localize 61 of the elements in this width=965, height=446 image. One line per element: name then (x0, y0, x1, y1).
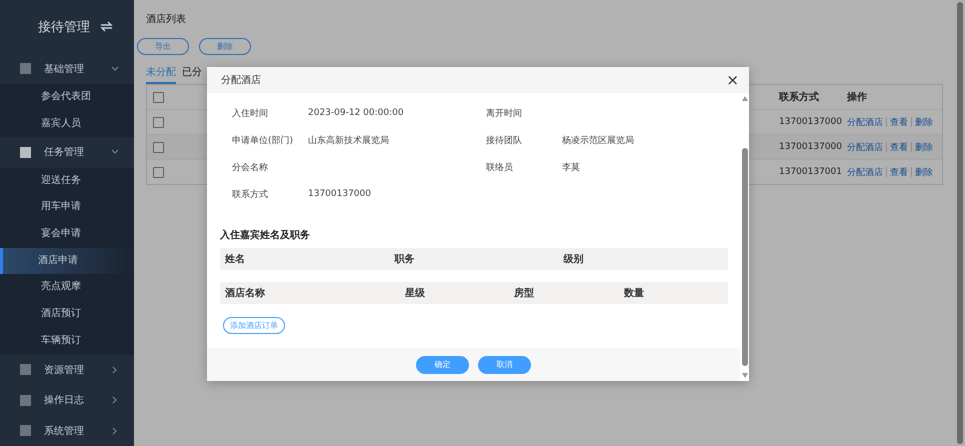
column-header: 酒店名称 (224, 286, 266, 300)
page-title: 酒店列表 (146, 12, 187, 26)
field-label: 申请单位(部门) (232, 134, 294, 146)
table-cell: 13700137000 (779, 142, 842, 152)
menu-item[interactable]: 迎送任务 (0, 168, 134, 194)
column-header: 房型 (513, 286, 535, 300)
swap-icon[interactable] (100, 21, 113, 32)
menu-item[interactable]: 用车申请 (0, 194, 134, 222)
action-link[interactable]: 分配酒店 (847, 166, 883, 178)
column-header: 职务 (393, 252, 416, 266)
field-value: 2023-09-12 00:00:00 (308, 108, 404, 118)
column-header: 数量 (622, 286, 645, 300)
menu-item[interactable]: 酒店预订 (0, 301, 134, 328)
menu-group[interactable]: 基础管理 (0, 53, 134, 84)
action-link[interactable]: 查看 (890, 116, 908, 128)
column-header: 星级 (404, 286, 426, 300)
field-value: 李莫 (562, 162, 580, 174)
field-value: 13700137000 (308, 189, 371, 199)
menu-item[interactable]: 车辆预订 (0, 328, 134, 355)
action-link[interactable]: 分配酒店 (847, 116, 883, 128)
field-value: 杨凌示范区展览局 (562, 134, 634, 146)
scrollbar[interactable] (740, 93, 749, 381)
menu-group[interactable]: 任务管理 (0, 137, 134, 168)
menu-item[interactable]: 嘉宾人员 (0, 110, 134, 138)
action-link[interactable]: 删除 (915, 116, 933, 128)
menu-item[interactable]: 亮点观摩 (0, 274, 134, 302)
checkbox[interactable] (153, 116, 164, 128)
field-label: 入住时间 (232, 108, 269, 120)
column-header: 级别 (562, 252, 585, 266)
menu-group[interactable]: 资源管理 (0, 354, 134, 385)
field-label: 离开时间 (486, 108, 523, 120)
tab[interactable]: 已分 (182, 65, 202, 84)
checkbox[interactable] (153, 142, 164, 152)
checkbox[interactable] (153, 92, 164, 102)
field-label: 联系方式 (232, 188, 269, 200)
checkbox[interactable] (153, 166, 164, 178)
action-link[interactable]: 删除 (915, 166, 933, 178)
column-header: 操作 (847, 90, 867, 104)
dialog-title: 分配酒店 (221, 74, 261, 87)
section-title: 入住嘉宾姓名及职务 (220, 228, 311, 242)
table-cell: 13700137001 (779, 167, 842, 177)
menu-group[interactable]: 系统管理 (0, 415, 134, 446)
column-header: 姓名 (224, 252, 246, 266)
column-header: 联系方式 (779, 90, 819, 104)
action-link[interactable]: 分配酒店 (847, 140, 883, 154)
action-link[interactable]: 删除 (915, 140, 933, 154)
field-label: 接待团队 (486, 134, 523, 146)
menu-item[interactable]: 参会代表团 (0, 84, 134, 111)
table-cell: 13700137000 (779, 117, 842, 127)
scroll-down-icon[interactable] (742, 373, 748, 378)
action-link[interactable]: 查看 (890, 166, 908, 178)
close-button[interactable]: × (724, 72, 741, 88)
menu-group[interactable]: 操作日志 (0, 385, 134, 416)
action-link[interactable]: 查看 (890, 140, 908, 154)
menu-item[interactable]: 宴会申请 (0, 221, 134, 248)
field-label: 联络员 (486, 162, 514, 174)
field-label: 分会名称 (232, 162, 269, 174)
scrollbar[interactable] (955, 0, 965, 446)
field-value: 山东高新技术展览局 (308, 134, 389, 146)
scroll-up-icon[interactable] (742, 96, 748, 101)
app-title: 接待管理 (38, 18, 90, 36)
